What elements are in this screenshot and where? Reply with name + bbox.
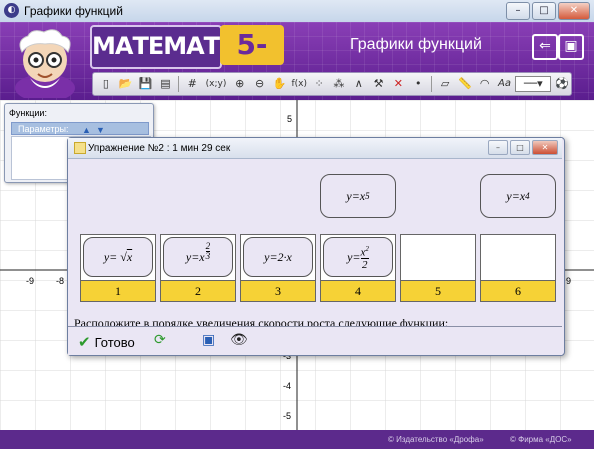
protractor-icon[interactable]: ◠	[476, 75, 494, 93]
function-card-x2-half[interactable]: y= x2 2	[323, 237, 393, 277]
close-button[interactable]: ✕	[558, 2, 590, 20]
done-button[interactable]: ✔ Готово	[78, 333, 135, 351]
exercise-dialog: Упражнение №2 : 1 мин 29 сек – □ ✕ y=x 5 …	[67, 137, 565, 356]
slot-number: 4	[321, 280, 395, 301]
function-card-x5[interactable]: y=x 5	[320, 174, 396, 218]
app-icon: ◐	[4, 3, 19, 18]
window-title: Графики функций	[24, 4, 123, 18]
hand-pan-icon[interactable]: ✋	[271, 75, 289, 93]
function-card-sqrt[interactable]: y= √x	[83, 237, 153, 277]
answer-slot-4[interactable]: y= x2 2 4	[320, 234, 396, 302]
save-icon[interactable]: 💾	[137, 75, 155, 93]
x-tick-label: 9	[566, 276, 571, 286]
dialog-minimize-button[interactable]: –	[488, 140, 508, 155]
vertex-icon[interactable]: ∧	[350, 75, 368, 93]
checkmark-icon: ✔	[78, 333, 91, 351]
zoom-in-icon[interactable]: ⊕	[231, 75, 249, 93]
y-tick-label: 5	[287, 114, 292, 124]
ruler-icon[interactable]: 📏	[456, 75, 474, 93]
math-logo: МАТЕМАТИКА 5-11	[90, 25, 290, 100]
screen-icon[interactable]: ▣	[202, 332, 215, 348]
function-card-x23[interactable]: y=x 2 3	[163, 237, 233, 277]
banner-title: Графики функций	[350, 36, 482, 53]
footer-company: © Фирма «ДОС»	[510, 435, 572, 444]
open-folder-icon[interactable]: 📂	[117, 75, 135, 93]
slot-number: 5	[401, 280, 475, 301]
dot-icon[interactable]: •	[409, 75, 427, 93]
parameters-header: Параметры: ▲ ▼	[11, 122, 149, 135]
answer-slot-2[interactable]: y=x 2 3 2	[160, 234, 236, 302]
zoom-out-icon[interactable]: ⊖	[251, 75, 269, 93]
dialog-close-button[interactable]: ✕	[532, 140, 558, 155]
y-tick-label: -5	[283, 411, 291, 421]
answer-slot-5[interactable]: 5	[400, 234, 476, 302]
y-tick-label: -4	[283, 381, 291, 391]
new-file-icon[interactable]: ▯	[97, 75, 115, 93]
mark-icon[interactable]: ⚒	[370, 75, 388, 93]
eye-icon[interactable]: 👁	[230, 332, 248, 348]
book-icon[interactable]: ▤	[156, 75, 174, 93]
dialog-icon	[74, 142, 86, 154]
minimize-button[interactable]: –	[506, 2, 530, 20]
function-card-x4[interactable]: y=x 4	[480, 174, 556, 218]
line-style-select[interactable]: ──▾	[515, 76, 552, 92]
dialog-title: Упражнение №2 : 1 мин 29 сек	[88, 143, 231, 154]
answer-slot-6[interactable]: 6	[480, 234, 556, 302]
drawing-toolbar: ▯ 📂 💾 ▤ # (x;y) ⊕ ⊖ ✋ f(x) ⁘ ⁂ ∧ ⚒ ✕ • ▱…	[92, 72, 572, 96]
font-icon[interactable]: Aa	[496, 75, 514, 93]
dialog-title-bar: Упражнение №2 : 1 мин 29 сек – □ ✕	[68, 138, 562, 159]
grid-icon[interactable]: #	[183, 75, 201, 93]
function-card-2x[interactable]: y=2·x	[243, 237, 313, 277]
points-plus-icon[interactable]: ⁂	[330, 75, 348, 93]
professor-mascot-icon	[15, 29, 75, 98]
eraser-icon[interactable]: ▱	[436, 75, 454, 93]
x-tick-label: -8	[56, 276, 64, 286]
x-tick-label: -9	[26, 276, 34, 286]
footer-publisher: © Издательство «Дрофа»	[388, 435, 484, 444]
slot-number: 2	[161, 280, 235, 301]
slot-number: 3	[241, 280, 315, 301]
answer-slot-3[interactable]: y=2·x 3	[240, 234, 316, 302]
dialog-action-bar: ✔ Готово ⟳ ▣ 👁	[68, 326, 562, 355]
title-bar: ◐ Графики функций – □ ✕	[0, 0, 594, 23]
points-icon[interactable]: ⁘	[310, 75, 328, 93]
slot-number: 1	[81, 280, 155, 301]
header-banner: МАТЕМАТИКА 5-11 Графики функций ⇐ ▣ ▯ 📂 …	[0, 22, 594, 100]
functions-label: Функции:	[9, 108, 47, 118]
slot-number: 6	[481, 280, 555, 301]
function-icon[interactable]: f(x)	[290, 75, 308, 93]
window-mode-icon[interactable]: ▣	[558, 34, 584, 60]
coordinates-icon[interactable]: (x;y)	[203, 75, 229, 93]
refresh-icon[interactable]: ⟳	[154, 332, 166, 348]
footer: © Издательство «Дрофа» © Фирма «ДОС»	[0, 430, 594, 449]
maximize-button[interactable]: □	[532, 2, 556, 20]
delete-icon[interactable]: ✕	[390, 75, 408, 93]
back-icon[interactable]: ⇐	[532, 34, 558, 60]
dialog-maximize-button[interactable]: □	[510, 140, 530, 155]
answer-slot-1[interactable]: y= √x 1	[80, 234, 156, 302]
options-icon[interactable]: ⚽	[553, 75, 571, 93]
